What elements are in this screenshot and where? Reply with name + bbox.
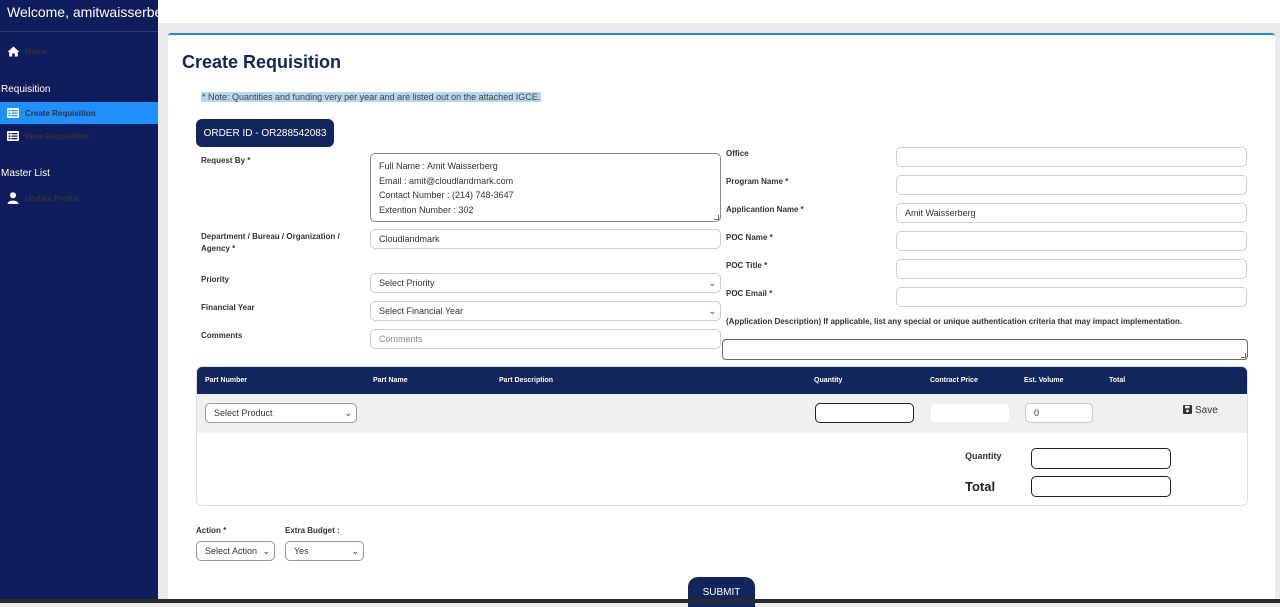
quantity-input[interactable] <box>815 403 914 423</box>
column-header: Contract Price <box>930 377 978 384</box>
app-description-label: (Application Description) If applicable,… <box>726 317 1183 326</box>
sidebar-item-label: Update Profile <box>25 193 80 203</box>
sidebar-item-label: Home <box>25 46 48 56</box>
action-select[interactable]: Select Action ⌄ <box>196 541 275 561</box>
extra-budget-select[interactable]: Yes ⌄ <box>285 541 364 561</box>
comments-label: Comments <box>201 331 243 340</box>
application-name-input[interactable]: Amit Waisserberg <box>896 203 1247 223</box>
request-by-line: Contact Number : (214) 748-3647 <box>379 190 514 200</box>
quantity-summary-label: Quantity <box>965 451 1002 461</box>
priority-select-value: Select Priority <box>379 278 435 288</box>
chevron-down-icon: ⌄ <box>262 545 270 556</box>
poc-email-label: POC Email * <box>726 289 773 298</box>
request-by-textarea[interactable]: Full Name : Amit Waisserberg Email : ami… <box>370 153 721 222</box>
office-input[interactable] <box>896 147 1247 167</box>
sidebar-item-home[interactable]: Home <box>0 40 158 62</box>
welcome-text: Welcome, amitwaisserbe <box>0 0 158 32</box>
list-icon <box>5 108 21 118</box>
sidebar-item-label: Create Requisition <box>25 108 96 118</box>
action-select-value: Select Action <box>205 546 258 556</box>
total-summary-field[interactable] <box>1031 476 1171 497</box>
sidebar-item-label: View Requisition <box>25 131 89 141</box>
product-select-value: Select Product <box>214 408 273 418</box>
user-icon <box>5 192 21 204</box>
column-header: Quantity <box>814 377 843 384</box>
request-by-line: Extention Number : 302 <box>379 204 474 215</box>
request-by-line: Email : amit@cloudlandmark.com <box>379 175 514 186</box>
financial-year-select[interactable]: Select Financial Year ⌄ <box>370 301 721 321</box>
department-input[interactable]: Cloudlandmark <box>370 229 721 249</box>
product-table: Part Number Part Name Part Description Q… <box>196 366 1248 506</box>
quantity-summary-field[interactable] <box>1031 448 1171 469</box>
sidebar-item-create-requisition[interactable]: Create Requisition <box>0 102 158 124</box>
resize-handle[interactable] <box>1241 353 1246 358</box>
financial-year-label: Financial Year <box>201 303 255 312</box>
bottom-edge <box>0 599 1280 603</box>
column-header: Total <box>1109 377 1126 384</box>
list-icon <box>5 131 21 141</box>
application-name-label: Applicantion Name * <box>726 205 804 214</box>
poc-title-label: POC Title * <box>726 261 768 270</box>
comments-input[interactable]: Comments <box>370 329 721 349</box>
table-header: Part Number Part Name Part Description Q… <box>197 367 1247 394</box>
priority-label: Priority <box>201 275 230 284</box>
chevron-down-icon: ⌄ <box>351 545 359 556</box>
save-button[interactable]: Save <box>1183 405 1218 416</box>
column-header: Est. Volume <box>1024 377 1064 384</box>
app-description-textarea[interactable] <box>722 339 1248 360</box>
column-header: Part Number <box>205 377 248 384</box>
contract-price-input[interactable] <box>930 403 1010 423</box>
home-icon <box>5 46 21 57</box>
poc-name-input[interactable] <box>896 231 1247 251</box>
floppy-icon <box>1183 405 1192 416</box>
page-title: Create Requisition <box>182 52 342 72</box>
department-label: Department / Bureau / Organization / Age… <box>201 232 340 253</box>
section-master-list: Master List <box>1 168 50 179</box>
program-name-input[interactable] <box>896 175 1247 195</box>
chevron-down-icon: ⌄ <box>344 407 352 418</box>
request-by-line: Full Name : Amit Waisserberg <box>379 161 498 171</box>
request-by-label: Request By * <box>201 156 251 165</box>
financial-year-select-value: Select Financial Year <box>379 306 464 316</box>
sidebar: Welcome, amitwaisserbe Home Requisition … <box>0 0 158 600</box>
chevron-down-icon: ⌄ <box>708 305 716 316</box>
program-name-label: Program Name * <box>726 177 789 186</box>
resize-handle[interactable] <box>714 215 719 220</box>
order-id-badge: ORDER ID - OR288542083 <box>196 119 334 147</box>
est-volume-input[interactable]: 0 <box>1025 403 1093 423</box>
priority-select[interactable]: Select Priority ⌄ <box>370 273 721 293</box>
total-summary-label: Total <box>965 479 996 494</box>
poc-name-label: POC Name * <box>726 233 773 242</box>
column-header: Part Description <box>499 377 554 384</box>
table-row: Select Product ⌄ 0 Save <box>197 394 1247 433</box>
extra-budget-select-value: Yes <box>294 546 309 556</box>
action-label: Action * <box>196 526 227 535</box>
section-requisition: Requisition <box>1 84 51 95</box>
office-label: Office <box>726 149 749 158</box>
create-requisition-card: Create Requisition * Note: Quantities an… <box>168 33 1275 607</box>
sidebar-item-view-requisition[interactable]: View Requisition <box>0 125 158 147</box>
poc-email-input[interactable] <box>896 287 1247 307</box>
igce-note: * Note: Quantities and funding very per … <box>201 92 542 102</box>
extra-budget-label: Extra Budget : <box>285 526 340 535</box>
save-label: Save <box>1195 405 1218 416</box>
column-header: Part Name <box>373 377 408 384</box>
product-select[interactable]: Select Product ⌄ <box>205 403 357 423</box>
sidebar-item-update-profile[interactable]: Update Profile <box>0 187 158 209</box>
poc-title-input[interactable] <box>896 259 1247 279</box>
chevron-down-icon: ⌄ <box>708 277 716 288</box>
top-bar <box>158 0 1280 23</box>
